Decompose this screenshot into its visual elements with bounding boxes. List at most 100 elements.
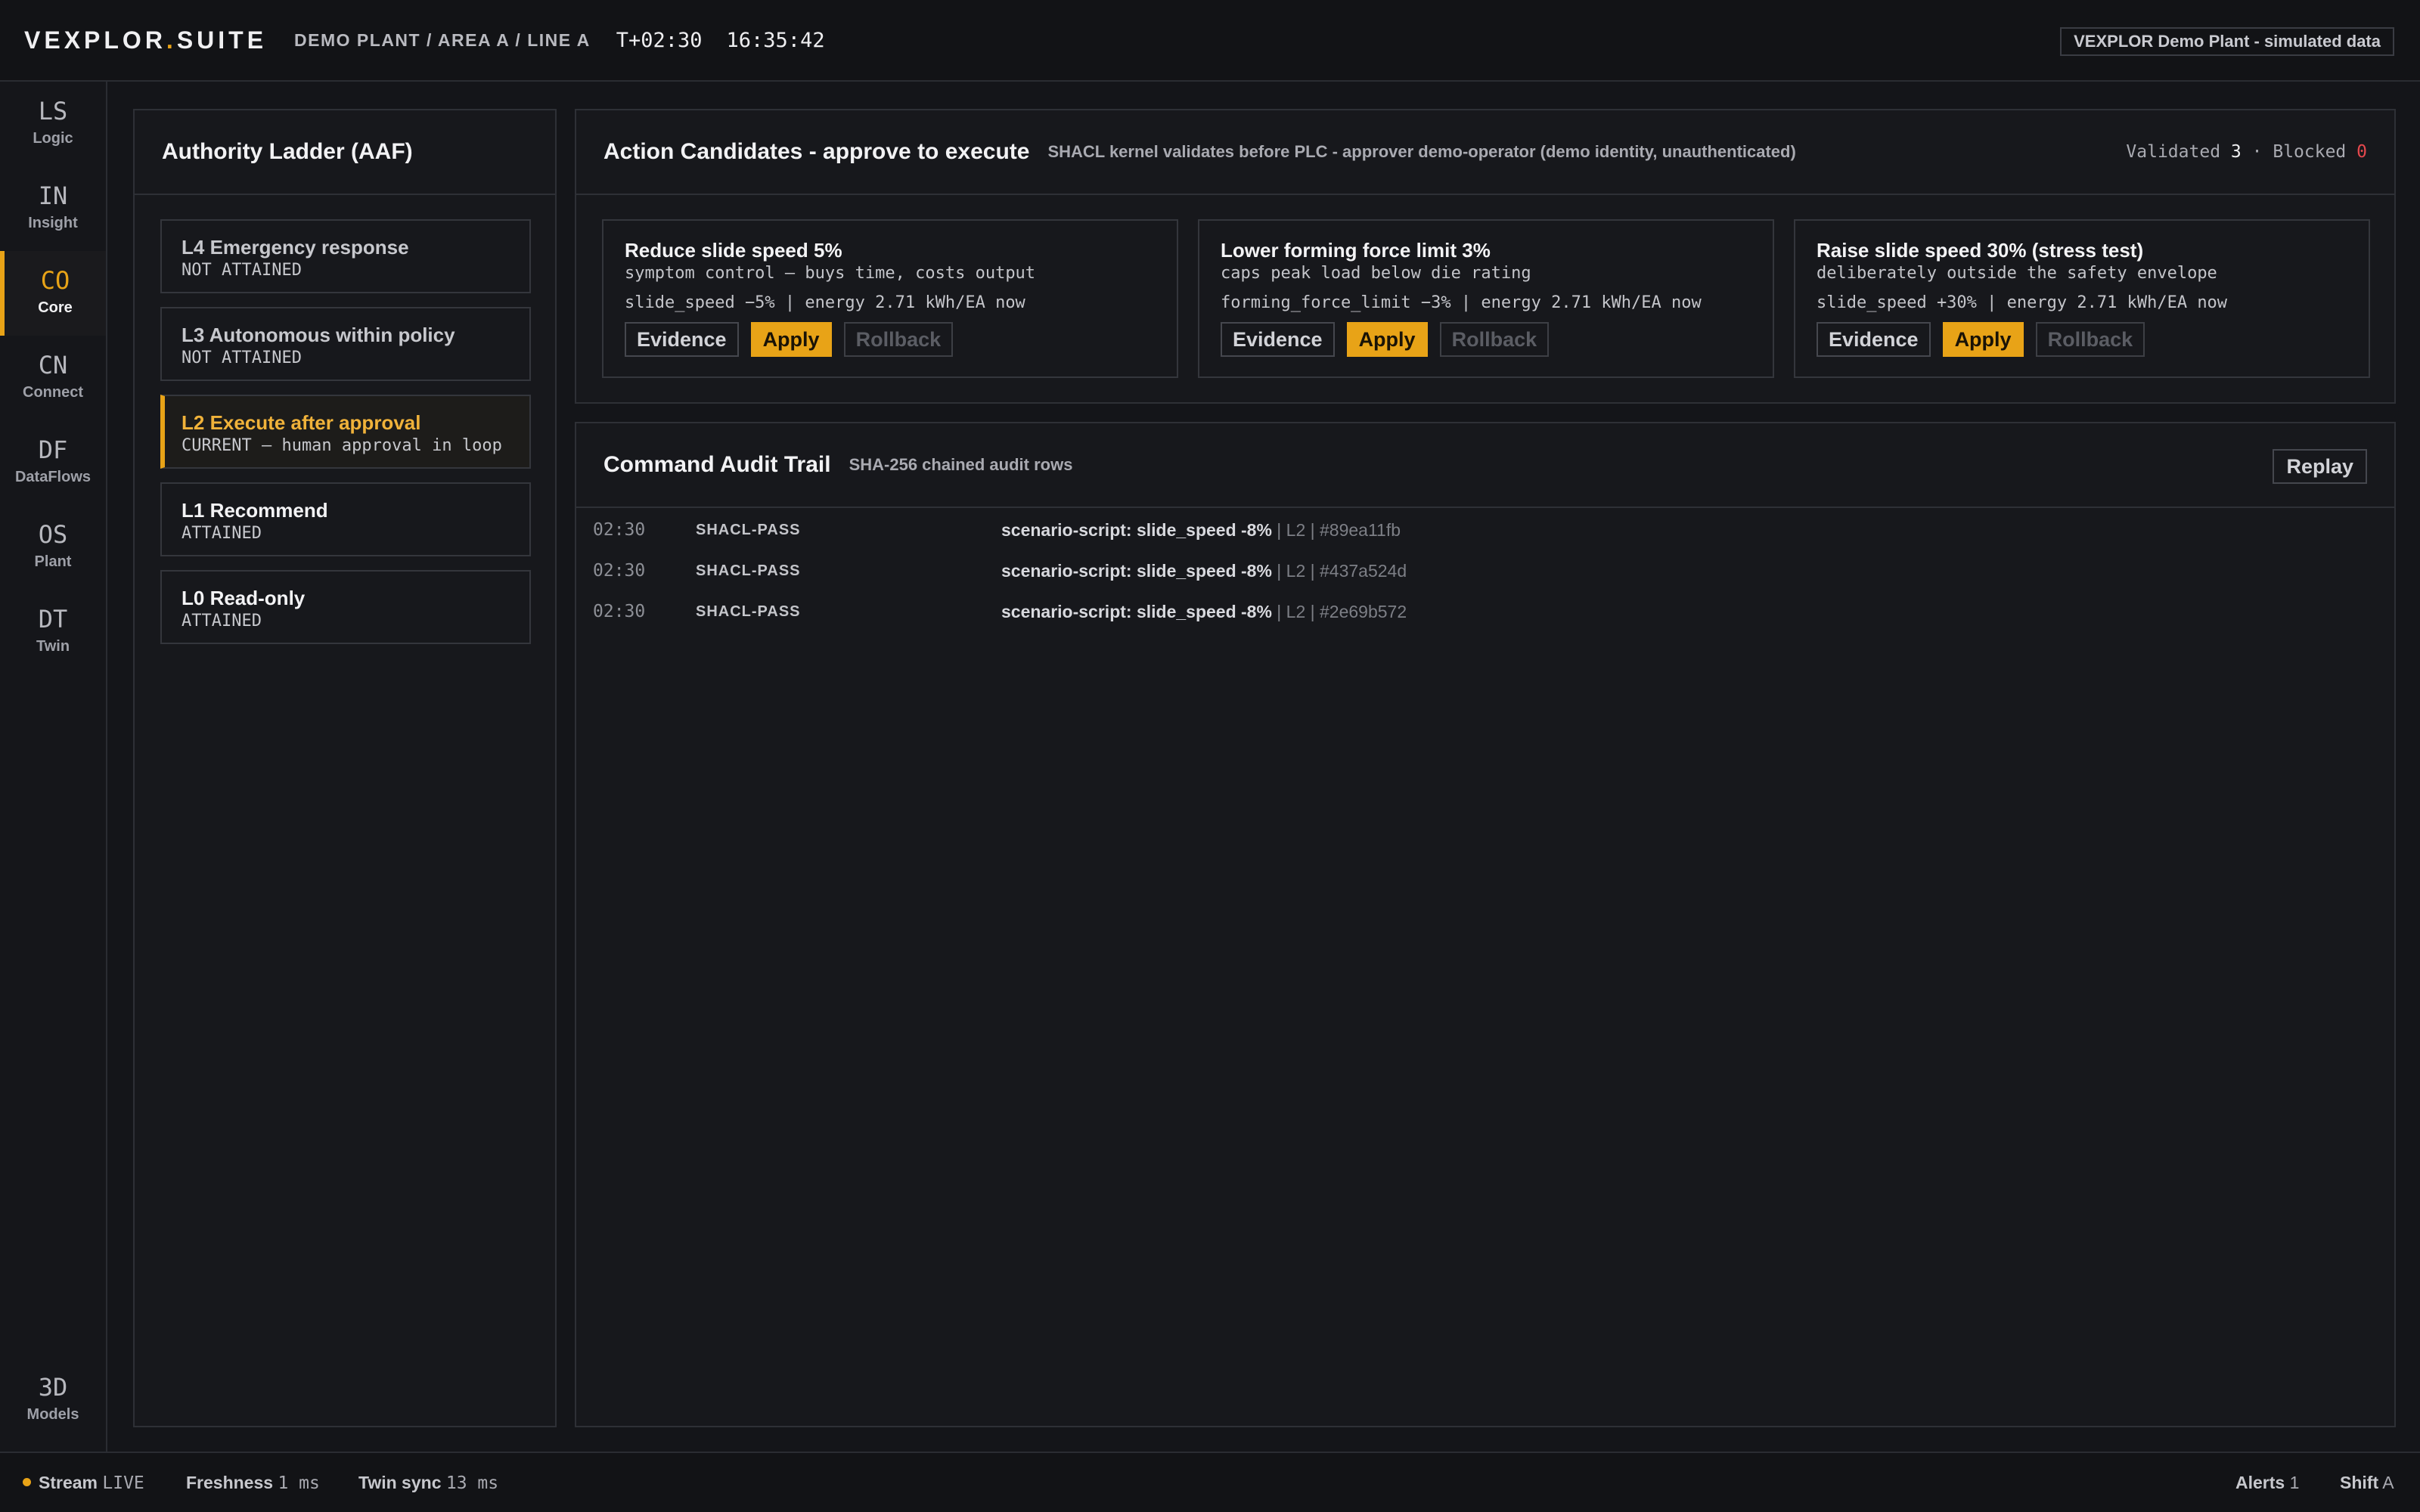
evidence-button[interactable]: Evidence [625,322,739,357]
level-title: L0 Read-only [182,587,306,609]
stream-label: Stream [39,1473,98,1492]
brand-name: VEXPLOR [24,26,166,54]
rail-label: Plant [34,553,72,570]
count-separator: · [2251,142,2263,162]
twin-sync-value: 13 ms [445,1473,499,1493]
panel-header: Authority Ladder (AAF) [135,110,555,195]
insight-icon: IN [38,181,68,210]
authority-ladder-panel: Authority Ladder (AAF) L4 Emergency resp… [133,109,557,1427]
twin-icon: DT [38,605,68,634]
audit-command: scenario-script: slide_speed -8% [1001,520,1272,540]
rail-item-insight[interactable]: IN Insight [0,166,106,251]
alerts-label: Alerts [2235,1473,2285,1492]
connect-icon: CN [38,351,68,380]
rail-item-logic[interactable]: LS Logic [0,82,106,166]
action-subtitle: caps peak load below die rating [1221,264,1531,283]
time-offset: T+02:30 [616,28,703,52]
blocked-count: 0 [2356,142,2367,162]
module-rail: LS Logic IN Insight CO Core CN Connect D… [0,82,107,1452]
audit-event: SHACL-PASS [696,562,801,579]
audit-event: SHACL-PASS [696,522,801,538]
rail-label: Core [38,299,73,316]
ladder-level-l3[interactable]: L3 Autonomous within policy NOT ATTAINED [160,307,531,381]
brand-logo[interactable]: VEXPLOR.SUITE [24,26,267,54]
action-metric: slide_speed +30% | energy 2.71 kWh/EA no… [1817,293,2228,312]
validated-count: 3 [2230,142,2242,162]
audit-command: scenario-script: slide_speed -8% [1001,561,1272,581]
ladder-level-l0[interactable]: L0 Read-only ATTAINED [160,570,531,644]
audit-description: scenario-script: slide_speed -8% | L2 | … [1001,602,1407,622]
rail-label: Twin [36,638,70,655]
action-candidates-panel: Action Candidates - approve to execute S… [575,109,2396,404]
panel-header: Command Audit Trail SHA-256 chained audi… [576,423,2394,508]
dataflows-icon: DF [38,435,68,464]
audit-meta: | L2 | #2e69b572 [1271,602,1407,621]
freshness-status: Freshness 1 ms [186,1473,320,1493]
clock: 16:35:42 [726,28,825,52]
action-metric: slide_speed −5% | energy 2.71 kWh/EA now [625,293,1025,312]
action-card: Lower forming force limit 3% caps peak l… [1198,219,1774,378]
brand-dot: . [166,26,177,54]
rail-item-plant[interactable]: OS Plant [0,505,106,590]
rail-item-core[interactable]: CO Core [0,251,106,336]
audit-row[interactable]: 02:30 SHACL-PASS scenario-script: slide_… [576,593,2394,634]
brand-suite: SUITE [176,26,268,54]
shift-label: Shift [2340,1473,2379,1492]
rail-item-dataflows[interactable]: DF DataFlows [0,420,106,505]
rail-item-models[interactable]: 3D Models [0,1358,106,1442]
stream-value: LIVE [102,1473,144,1493]
evidence-button[interactable]: Evidence [1221,322,1335,357]
panel-header: Action Candidates - approve to execute S… [576,110,2394,195]
audit-time: 02:30 [593,602,646,621]
ladder-level-l4[interactable]: L4 Emergency response NOT ATTAINED [160,219,531,293]
panel-title: Command Audit Trail [603,452,831,477]
ladder-level-l2[interactable]: L2 Execute after approval CURRENT — huma… [160,395,531,469]
level-status: NOT ATTAINED [182,349,302,367]
audit-row[interactable]: 02:30 SHACL-PASS scenario-script: slide_… [576,511,2394,552]
alerts-status[interactable]: Alerts 1 [2235,1473,2299,1493]
audit-description: scenario-script: slide_speed -8% | L2 | … [1001,520,1401,541]
level-title: L2 Execute after approval [182,411,421,434]
evidence-button[interactable]: Evidence [1817,322,1931,357]
ladder-level-l1[interactable]: L1 Recommend ATTAINED [160,482,531,556]
validation-counts: Validated 3 · Blocked 0 [2126,142,2367,162]
action-subtitle: deliberately outside the safety envelope [1817,264,2217,283]
shift-status: Shift A [2340,1473,2394,1493]
core-icon: CO [40,266,70,295]
breadcrumb[interactable]: DEMO PLANT / AREA A / LINE A [294,30,591,51]
audit-meta: | L2 | #89ea11fb [1271,520,1401,540]
freshness-value: 1 ms [278,1473,320,1493]
apply-button[interactable]: Apply [750,322,832,357]
action-card: Raise slide speed 30% (stress test) deli… [1794,219,2370,378]
rail-label: DataFlows [14,469,92,485]
rollback-button[interactable]: Rollback [2035,322,2145,357]
alerts-value: 1 [2289,1473,2300,1492]
action-title: Raise slide speed 30% (stress test) [1817,239,2144,262]
apply-button[interactable]: Apply [1346,322,1428,357]
rail-item-twin[interactable]: DT Twin [0,590,106,674]
level-status: ATTAINED [182,524,262,543]
action-subtitle: symptom control — buys time, costs outpu… [625,264,1036,283]
apply-button[interactable]: Apply [1942,322,2024,357]
models-icon: 3D [38,1373,68,1402]
audit-row[interactable]: 02:30 SHACL-PASS scenario-script: slide_… [576,552,2394,593]
rail-item-connect[interactable]: CN Connect [0,336,106,420]
blocked-label: Blocked [2273,142,2347,162]
replay-button[interactable]: Replay [2273,449,2367,484]
panel-subtitle: SHACL kernel validates before PLC - appr… [1047,142,1796,161]
audit-time: 02:30 [593,520,646,540]
panel-subtitle: SHA-256 chained audit rows [849,455,1073,474]
audit-command: scenario-script: slide_speed -8% [1001,602,1272,621]
live-dot-icon [23,1478,31,1487]
rail-label: Insight [28,215,78,231]
level-title: L4 Emergency response [182,236,409,259]
level-status: NOT ATTAINED [182,261,302,280]
stream-status: Stream LIVE [23,1473,144,1493]
rail-label: Connect [23,384,83,401]
rollback-button[interactable]: Rollback [843,322,954,357]
rollback-button[interactable]: Rollback [1439,322,1550,357]
level-status: CURRENT — human approval in loop [182,436,502,455]
level-title: L3 Autonomous within policy [182,324,455,346]
action-title: Reduce slide speed 5% [625,239,842,262]
shift-value: A [2382,1473,2394,1492]
